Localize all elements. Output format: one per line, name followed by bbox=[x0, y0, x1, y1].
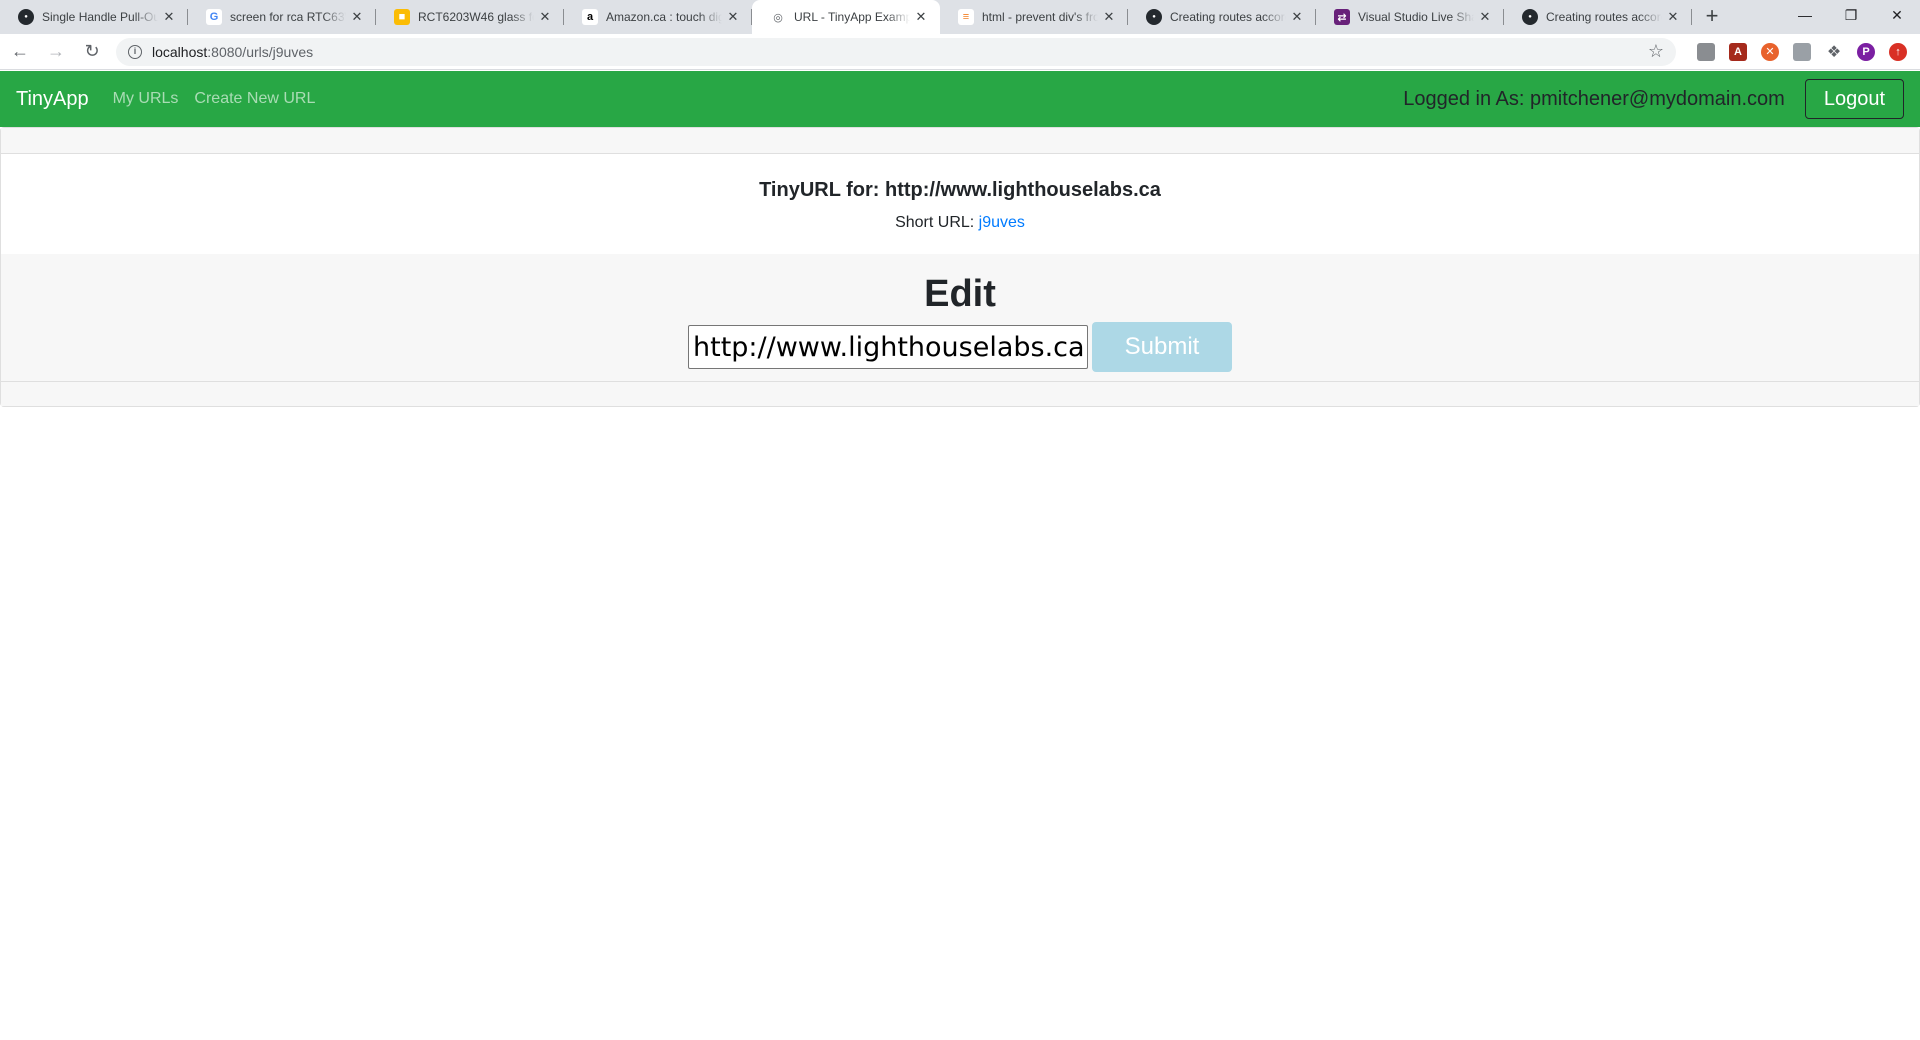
short-url-line: Short URL: j9uves bbox=[1, 214, 1919, 232]
restore-icon[interactable]: ❐ bbox=[1828, 0, 1874, 30]
pdf-extension-icon[interactable]: A bbox=[1729, 42, 1747, 61]
tab-title: Visual Studio Live Shar bbox=[1358, 10, 1474, 24]
logout-button[interactable]: Logout bbox=[1804, 79, 1904, 119]
browser-tab[interactable]: ● Single Handle Pull-Out ✕ bbox=[0, 0, 188, 34]
tab-list: ● Single Handle Pull-Out ✕ Gscreen for rca … bbox=[0, 0, 1726, 34]
browser-tab-strip: ● Single Handle Pull-Out ✕ Gscreen for rca … bbox=[0, 0, 1920, 34]
shopping-icon: ■ bbox=[394, 9, 410, 25]
update-icon[interactable]: ↑ bbox=[1889, 42, 1907, 61]
info-icon[interactable]: i bbox=[128, 44, 142, 59]
tab-title: Amazon.ca : touch digi bbox=[606, 10, 722, 24]
url-card: TinyURL for: http://www.lighthouselabs.c… bbox=[0, 127, 1920, 407]
browser-toolbar: ← → ↻ i localhost:8080/urls/j9uves ☆ A ✕… bbox=[0, 34, 1920, 70]
tab-close-icon[interactable]: ✕ bbox=[1290, 10, 1304, 24]
vs-liveshare-icon: ⇄ bbox=[1334, 9, 1350, 25]
tab-title: Creating routes accord bbox=[1546, 10, 1662, 24]
tab-title: Single Handle Pull-Out bbox=[42, 10, 158, 24]
url-host: localhost bbox=[152, 43, 208, 60]
browser-tab[interactable]: a Amazon.ca : touch digi ✕ bbox=[564, 0, 752, 34]
new-tab-icon[interactable]: + bbox=[1698, 3, 1726, 31]
app-brand[interactable]: TinyApp bbox=[16, 88, 89, 111]
edit-form: Submit bbox=[1, 322, 1919, 372]
nav-link-my-urls[interactable]: My URLs bbox=[113, 90, 179, 108]
logged-in-label: Logged in As: pmitchener@mydomain.com bbox=[1403, 87, 1785, 110]
nav-link-create-new-url[interactable]: Create New URL bbox=[194, 90, 315, 108]
tab-close-icon[interactable]: ✕ bbox=[1666, 10, 1680, 24]
submit-button[interactable]: Submit bbox=[1092, 322, 1232, 372]
short-url-link[interactable]: j9uves bbox=[979, 214, 1025, 231]
bookmark-star-icon[interactable]: ☆ bbox=[1648, 41, 1664, 62]
forward-icon[interactable]: → bbox=[40, 36, 72, 68]
tab-close-icon[interactable]: ✕ bbox=[1478, 10, 1492, 24]
puzzle-icon[interactable]: ❖ bbox=[1825, 43, 1843, 61]
tab-title: Creating routes accord bbox=[1170, 10, 1286, 24]
browser-tab[interactable]: ● Creating routes accord ✕ bbox=[1128, 0, 1316, 34]
browser-tab[interactable]: ◎ URL - TinyApp Example ✕ bbox=[752, 0, 940, 34]
tab-close-icon[interactable]: ✕ bbox=[914, 10, 928, 24]
extension-icons: A ✕ ❖ P ↑ bbox=[1690, 42, 1914, 61]
extension-orange-icon[interactable]: ✕ bbox=[1761, 42, 1779, 61]
tab-close-icon[interactable]: ✕ bbox=[726, 10, 740, 24]
tinyurl-title: TinyURL for: http://www.lighthouselabs.c… bbox=[759, 179, 1161, 201]
stackoverflow-icon: ≡ bbox=[958, 9, 974, 25]
github-icon: ● bbox=[1522, 9, 1538, 25]
tab-close-icon[interactable]: ✕ bbox=[1102, 10, 1116, 24]
window-controls: — ❐ ✕ bbox=[1782, 0, 1920, 30]
close-window-icon[interactable]: ✕ bbox=[1874, 0, 1920, 30]
reload-icon[interactable]: ↻ bbox=[76, 36, 108, 68]
tab-close-icon[interactable]: ✕ bbox=[538, 10, 552, 24]
minimize-icon[interactable]: — bbox=[1782, 0, 1828, 30]
card-footer bbox=[1, 382, 1919, 406]
tab-title: RCT6203W46 glass for bbox=[418, 10, 534, 24]
camera-extension-icon[interactable] bbox=[1793, 42, 1811, 61]
long-url-input[interactable] bbox=[688, 325, 1088, 369]
google-icon: G bbox=[206, 9, 222, 25]
browser-tab[interactable]: ⇄ Visual Studio Live Shar ✕ bbox=[1316, 0, 1504, 34]
card-header bbox=[1, 128, 1919, 154]
browser-tab[interactable]: Gscreen for rca RTC63W ✕ bbox=[188, 0, 376, 34]
tab-title: html - prevent div's fro bbox=[982, 10, 1098, 24]
extension-lock-icon[interactable] bbox=[1697, 42, 1715, 61]
tab-title: screen for rca RTC63W bbox=[230, 10, 346, 24]
tab-close-icon[interactable]: ✕ bbox=[162, 10, 176, 24]
tab-close-icon[interactable]: ✕ bbox=[350, 10, 364, 24]
browser-tab[interactable]: ■ RCT6203W46 glass for ✕ bbox=[376, 0, 564, 34]
globe-icon: ◎ bbox=[770, 9, 786, 25]
github-icon: ● bbox=[1146, 9, 1162, 25]
nav-user-area: Logged in As: pmitchener@mydomain.com Lo… bbox=[1403, 79, 1904, 119]
short-url-label: Short URL: bbox=[895, 214, 979, 231]
github-icon: ● bbox=[18, 9, 34, 25]
back-icon[interactable]: ← bbox=[4, 36, 36, 68]
browser-tab[interactable]: ● Creating routes accord ✕ bbox=[1504, 0, 1692, 34]
profile-avatar[interactable]: P bbox=[1857, 42, 1875, 61]
tab-title: URL - TinyApp Example bbox=[794, 10, 910, 24]
edit-heading: Edit bbox=[924, 273, 996, 315]
browser-tab[interactable]: ≡ html - prevent div's fro ✕ bbox=[940, 0, 1128, 34]
amazon-icon: a bbox=[582, 9, 598, 25]
address-bar[interactable]: i localhost:8080/urls/j9uves ☆ bbox=[116, 37, 1676, 66]
app-navbar: TinyApp My URLs Create New URL Logged in… bbox=[0, 71, 1920, 127]
card-body: TinyURL for: http://www.lighthouselabs.c… bbox=[1, 154, 1919, 254]
edit-section: Edit Submit bbox=[1, 254, 1919, 382]
url-path: :8080/urls/j9uves bbox=[207, 43, 314, 60]
